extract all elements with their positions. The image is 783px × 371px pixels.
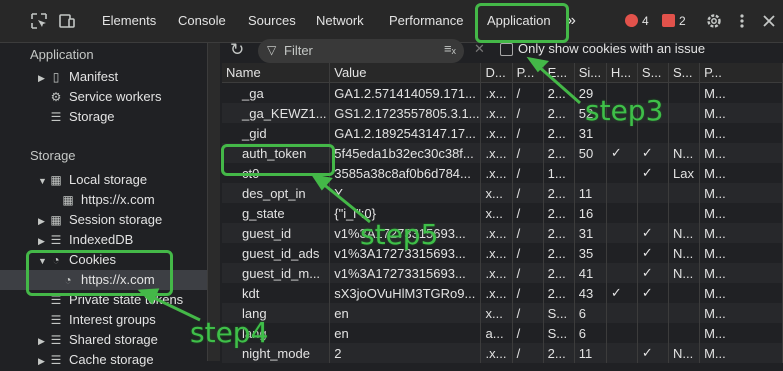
step5-arrow	[321, 181, 371, 224]
step3-arrowhead	[526, 56, 550, 73]
step3-arrow	[537, 64, 581, 105]
annotation-arrows	[137, 56, 581, 322]
step4-arrowhead	[137, 288, 160, 305]
step4-arrow	[149, 294, 201, 322]
